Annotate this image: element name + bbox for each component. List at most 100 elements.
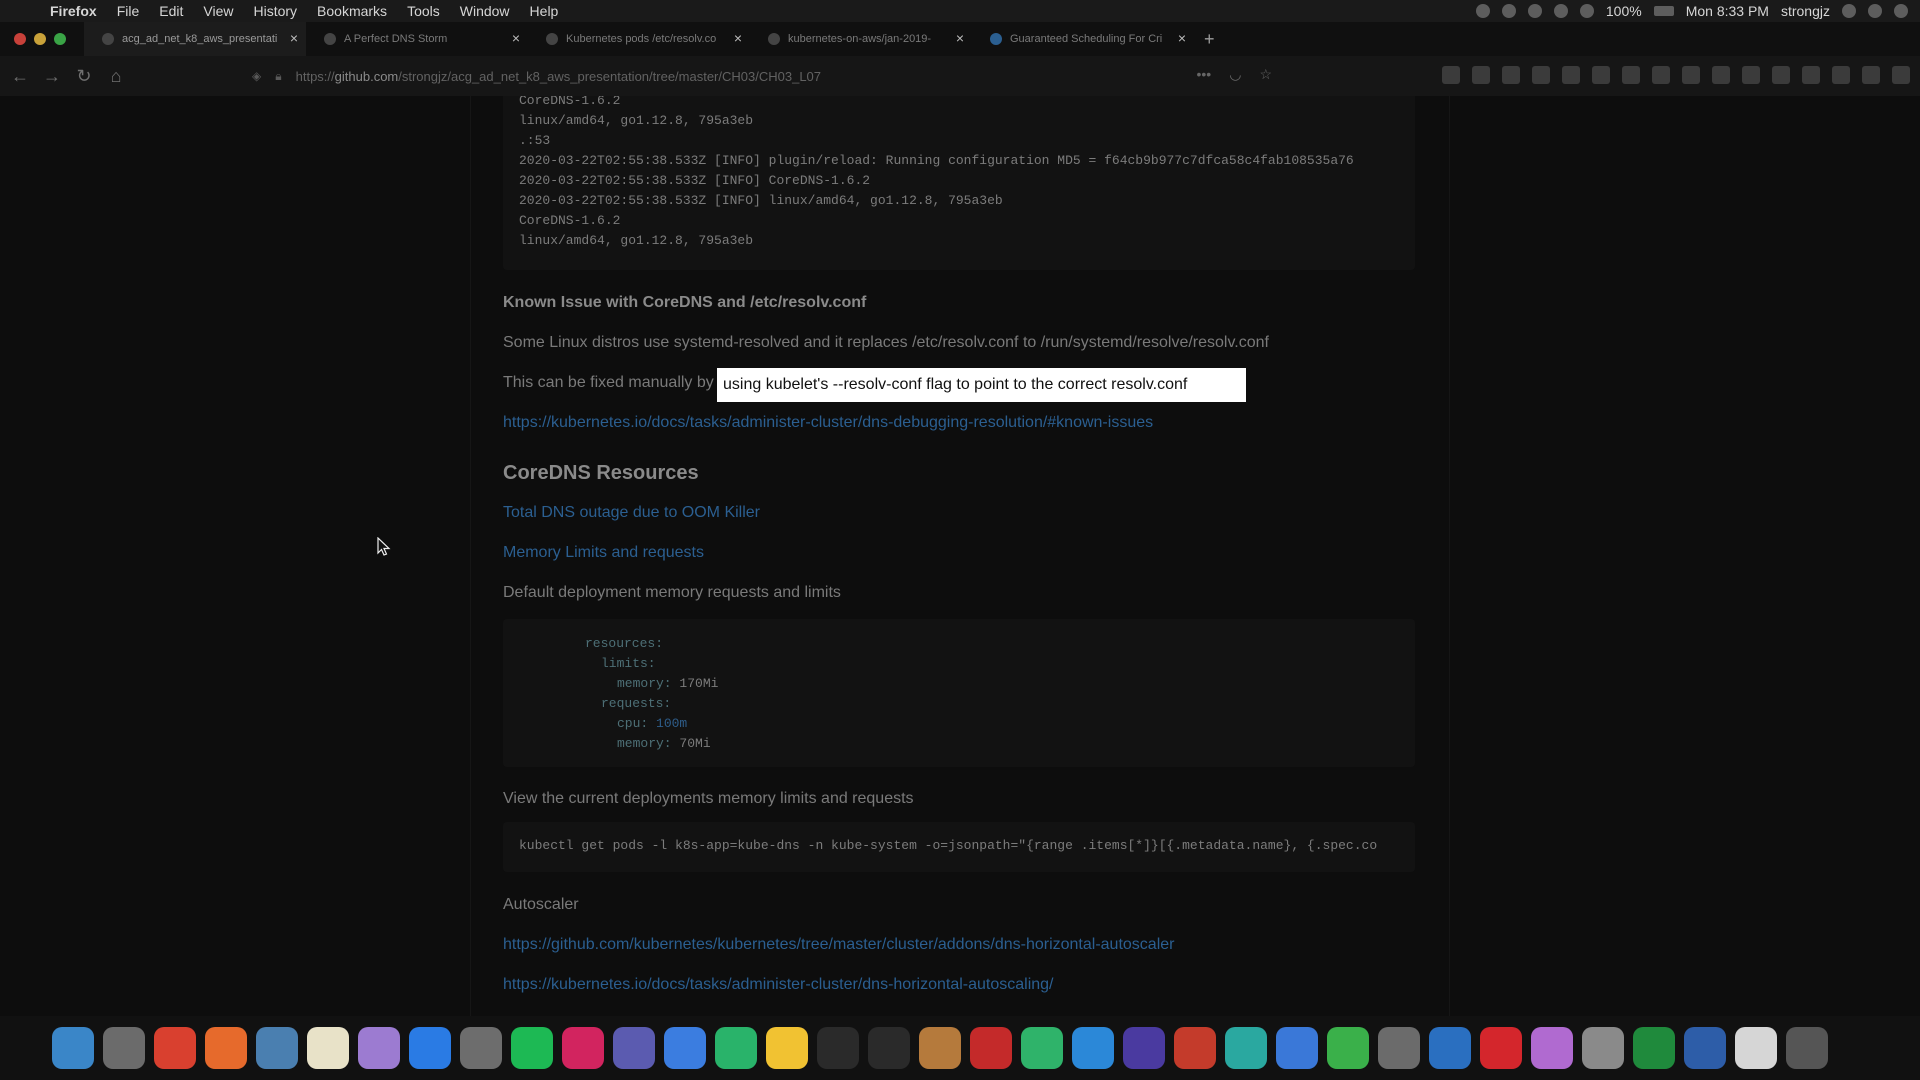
close-tab-icon[interactable]: ×: [290, 31, 298, 45]
more-actions-icon[interactable]: •••: [1197, 66, 1212, 83]
dock-app-icon[interactable]: [1378, 1027, 1420, 1069]
dock-app-icon[interactable]: [1123, 1027, 1165, 1069]
back-arrow-icon[interactable]: ←: [4, 66, 36, 87]
oom-killer-link[interactable]: Total DNS outage due to OOM Killer: [503, 504, 760, 522]
close-tab-icon[interactable]: ×: [956, 31, 964, 45]
zoom-window-button[interactable]: [54, 33, 66, 45]
sidebar-icon[interactable]: [1502, 66, 1520, 84]
dock-app-icon[interactable]: [1582, 1027, 1624, 1069]
docker-icon[interactable]: [1527, 4, 1542, 18]
dock-app-icon[interactable]: [256, 1027, 298, 1069]
dock-app-icon[interactable]: [358, 1027, 400, 1069]
dock-app-icon[interactable]: [205, 1027, 247, 1069]
wifi-icon[interactable]: [1553, 4, 1568, 18]
dock-app-icon[interactable]: [1021, 1027, 1063, 1069]
extension-icon[interactable]: [1622, 66, 1640, 84]
tab-dns-storm[interactable]: A Perfect DNS Storm ×: [306, 22, 528, 56]
dock-app-icon[interactable]: [1684, 1027, 1726, 1069]
extension-icon[interactable]: [1862, 66, 1880, 84]
downloads-icon[interactable]: [1442, 66, 1460, 84]
dock-app-icon[interactable]: [307, 1027, 349, 1069]
extension-icon[interactable]: [1772, 66, 1790, 84]
close-tab-icon[interactable]: ×: [734, 31, 742, 45]
dock-app-icon[interactable]: [154, 1027, 196, 1069]
dock-app-icon[interactable]: [1174, 1027, 1216, 1069]
dock-app-icon[interactable]: [52, 1027, 94, 1069]
tab-guaranteed-scheduling[interactable]: Guaranteed Scheduling For Cri ×: [972, 22, 1194, 56]
dock-app-icon[interactable]: [1633, 1027, 1675, 1069]
extension-icon[interactable]: [1832, 66, 1850, 84]
dock-app-icon[interactable]: [817, 1027, 859, 1069]
dock-app-icon[interactable]: [919, 1027, 961, 1069]
home-icon[interactable]: ⌂: [100, 66, 132, 87]
forward-arrow-icon[interactable]: →: [36, 66, 68, 87]
extension-icon[interactable]: [1592, 66, 1610, 84]
tab-kubernetes-pods[interactable]: Kubernetes pods /etc/resolv.co ×: [528, 22, 750, 56]
dock-app-icon[interactable]: [1327, 1027, 1369, 1069]
dock-app-icon[interactable]: [766, 1027, 808, 1069]
dock-app-icon[interactable]: [1072, 1027, 1114, 1069]
dock-app-icon[interactable]: [1786, 1027, 1828, 1069]
dock-app-icon[interactable]: [511, 1027, 553, 1069]
menu-bookmarks[interactable]: Bookmarks: [317, 3, 387, 19]
bookmark-star-icon[interactable]: ☆: [1259, 66, 1272, 83]
extension-icon[interactable]: [1652, 66, 1670, 84]
extension-icon[interactable]: [1742, 66, 1760, 84]
pocket-icon[interactable]: ◡: [1229, 66, 1241, 83]
menu-edit[interactable]: Edit: [159, 3, 183, 19]
close-tab-icon[interactable]: ×: [512, 31, 520, 45]
tab-acg-presentation[interactable]: acg_ad_net_k8_aws_presentati ×: [84, 22, 306, 56]
extension-icon[interactable]: [1712, 66, 1730, 84]
menu-view[interactable]: View: [203, 3, 233, 19]
dock-app-icon[interactable]: [715, 1027, 757, 1069]
siri-icon[interactable]: [1868, 4, 1882, 18]
tracking-protection-shield-icon[interactable]: ◈: [252, 69, 261, 83]
apple-menu-icon[interactable]: [18, 2, 36, 20]
dock-app-icon[interactable]: [664, 1027, 706, 1069]
minimize-window-button[interactable]: [34, 33, 46, 45]
menu-tools[interactable]: Tools: [407, 3, 440, 19]
dock-app-icon[interactable]: [1531, 1027, 1573, 1069]
dock-app-icon[interactable]: [613, 1027, 655, 1069]
close-tab-icon[interactable]: ×: [1178, 31, 1186, 45]
extension-icon[interactable]: [1802, 66, 1820, 84]
dock-app-icon[interactable]: [970, 1027, 1012, 1069]
menu-file[interactable]: File: [117, 3, 140, 19]
volume-icon[interactable]: [1579, 4, 1594, 18]
menubar-user[interactable]: strongjz: [1781, 3, 1830, 19]
extension-icon[interactable]: [1682, 66, 1700, 84]
battery-icon[interactable]: [1653, 6, 1674, 16]
hamburger-menu-icon[interactable]: [1892, 66, 1910, 84]
dock-app-icon[interactable]: [409, 1027, 451, 1069]
tab-kubernetes-on-aws[interactable]: kubernetes-on-aws/jan-2019- ×: [750, 22, 972, 56]
account-icon[interactable]: [1532, 66, 1550, 84]
menu-history[interactable]: History: [253, 3, 297, 19]
url-bar[interactable]: ◈ 🔒︎ https:// github.com /strongjz/acg_a…: [252, 62, 1272, 90]
menubar-clock[interactable]: Mon 8:33 PM: [1686, 3, 1769, 19]
new-tab-button[interactable]: +: [1204, 29, 1215, 50]
status-app-icon[interactable]: [1501, 4, 1516, 18]
dock-app-icon[interactable]: [1225, 1027, 1267, 1069]
menu-app-name[interactable]: Firefox: [50, 3, 97, 19]
extension-icon[interactable]: [1562, 66, 1580, 84]
dock-app-icon[interactable]: [1276, 1027, 1318, 1069]
close-window-button[interactable]: [14, 33, 26, 45]
dock-app-icon[interactable]: [460, 1027, 502, 1069]
dock-app-icon[interactable]: [1735, 1027, 1777, 1069]
notification-center-icon[interactable]: [1894, 4, 1908, 18]
dock-app-icon[interactable]: [1429, 1027, 1471, 1069]
autoscaling-docs-link[interactable]: https://kubernetes.io/docs/tasks/adminis…: [503, 976, 1053, 994]
dock-app-icon[interactable]: [562, 1027, 604, 1069]
menu-window[interactable]: Window: [460, 3, 510, 19]
reload-icon[interactable]: ↻: [68, 66, 100, 87]
library-icon[interactable]: [1472, 66, 1490, 84]
spotlight-search-icon[interactable]: [1842, 4, 1856, 18]
known-issues-link[interactable]: https://kubernetes.io/docs/tasks/adminis…: [503, 414, 1153, 432]
autoscaler-addon-link[interactable]: https://github.com/kubernetes/kubernetes…: [503, 936, 1174, 954]
memory-limits-link[interactable]: Memory Limits and requests: [503, 544, 704, 562]
screen-record-icon[interactable]: [1475, 4, 1490, 18]
dock-app-icon[interactable]: [868, 1027, 910, 1069]
dock-app-icon[interactable]: [1480, 1027, 1522, 1069]
dock-app-icon[interactable]: [103, 1027, 145, 1069]
lock-icon[interactable]: 🔒︎: [275, 69, 281, 84]
